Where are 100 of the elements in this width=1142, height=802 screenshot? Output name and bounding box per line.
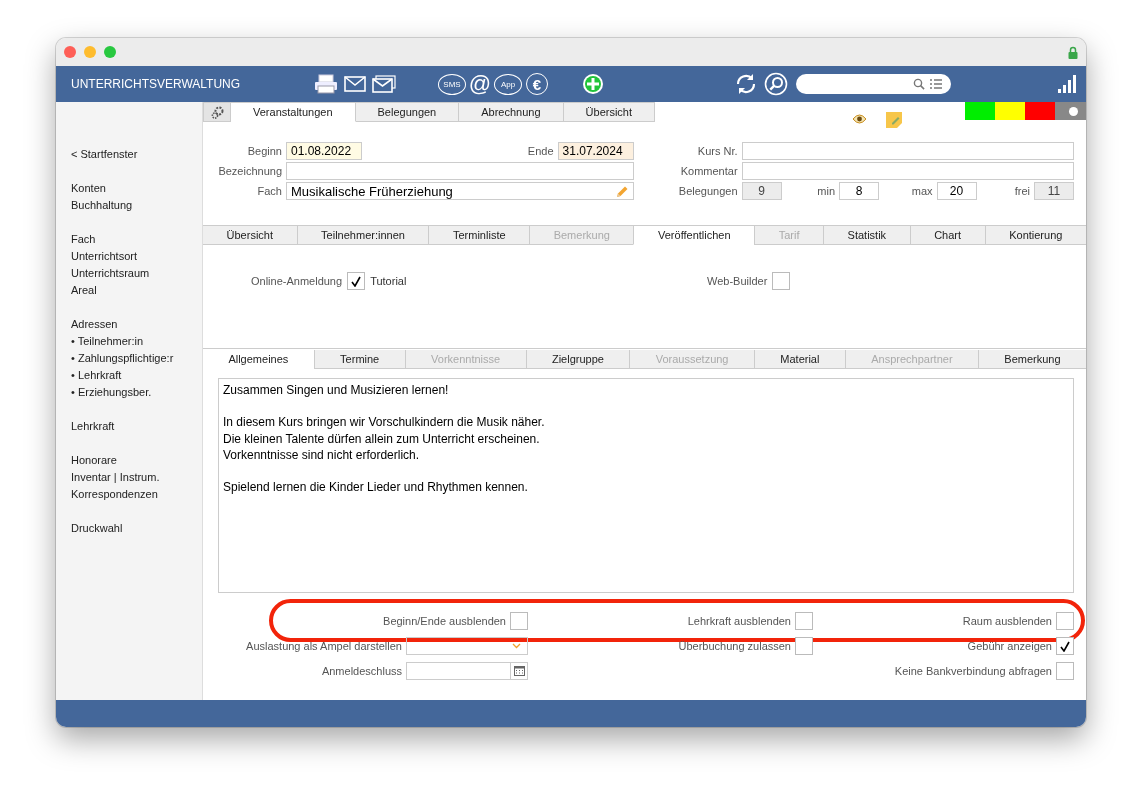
tab[interactable]: Übersicht [563, 102, 656, 122]
text-line: In diesem Kurs bringen wir Vorschulkindern die Musik näher. [223, 414, 546, 431]
tab[interactable]: Abrechnung [459, 102, 564, 122]
sidebar-link[interactable]: Korrespondenzen [71, 486, 202, 503]
checkbox[interactable] [1056, 637, 1074, 655]
printer-icon[interactable] [314, 74, 338, 94]
tab[interactable]: Veranstaltungen [231, 102, 356, 122]
pencil-icon[interactable] [615, 184, 629, 198]
option-label: Web-Builder [707, 275, 768, 287]
checkbox[interactable] [1056, 612, 1074, 630]
option-label: Lehrkraft ausblenden [687, 615, 791, 627]
lock-icon [1068, 45, 1078, 59]
date-field[interactable] [406, 662, 528, 680]
sidebar-link[interactable]: Honorare [71, 452, 202, 469]
count-field: 9 [741, 182, 782, 200]
calendar-button[interactable] [510, 663, 527, 679]
settings-icon [210, 105, 224, 119]
tab[interactable]: Material [753, 350, 845, 369]
start-date-field[interactable]: 01.08.2022 [286, 142, 362, 160]
option-label: Beginn/Ende ausblenden [383, 615, 506, 627]
calendar-icon [513, 666, 525, 676]
note-icon[interactable] [885, 111, 903, 129]
tab[interactable]: Statistik [823, 226, 910, 245]
settings-button[interactable] [203, 102, 231, 122]
checkbox[interactable] [772, 272, 791, 290]
sidebar-link[interactable]: Buchhaltung [71, 197, 202, 214]
zoom-button[interactable] [104, 46, 116, 58]
sidebar-link[interactable]: • Lehrkraft [71, 367, 202, 384]
text-line: Spielend lernen die Kinder Lieder und Rhythmen kennen. [223, 479, 529, 496]
chevron-down-icon [512, 643, 521, 649]
sidebar-link[interactable]: • Teilnehmer:in [71, 333, 202, 350]
check-icon [1060, 640, 1070, 652]
option-label: Online-Anmeldung [251, 275, 343, 287]
field-label: Belegungen [677, 185, 738, 197]
sidebar-link[interactable]: Areal [71, 282, 202, 299]
toggle-switch[interactable] [1055, 102, 1086, 120]
tab[interactable]: Terminliste [428, 226, 530, 245]
checkbox[interactable] [347, 272, 366, 290]
field-label: max [910, 185, 933, 197]
refresh-icon[interactable] [734, 72, 758, 96]
status-color-button[interactable] [995, 102, 1025, 120]
minimize-button[interactable] [84, 46, 96, 58]
option-label: Auslastung als Ampel darstellen [246, 640, 402, 652]
tab[interactable]: Chart [909, 226, 985, 245]
sidebar-link[interactable]: Fach [71, 231, 202, 248]
email-button[interactable]: @ [470, 74, 490, 94]
input-field[interactable] [741, 142, 1074, 160]
tab[interactable]: Termine [313, 350, 405, 369]
field-label: Beginn [246, 145, 282, 157]
sidebar-link[interactable]: < Startfenster [71, 146, 202, 163]
field-label: Bezeichnung [217, 165, 282, 177]
description-text-area[interactable] [218, 378, 1074, 593]
option-label: Keine Bankverbindung abfragen [894, 665, 1052, 677]
search-icon[interactable] [764, 72, 788, 96]
tab[interactable]: Bemerkung [977, 350, 1086, 369]
status-color-button[interactable] [965, 102, 995, 120]
field-label: Fach [256, 185, 282, 197]
sidebar-link[interactable]: Konten [71, 180, 202, 197]
checkbox[interactable] [510, 612, 528, 630]
tab[interactable]: Zielgruppe [525, 350, 630, 369]
field-label: Kommentar [679, 165, 738, 177]
mail-stack-icon[interactable] [372, 75, 396, 93]
input-field[interactable]: 8 [839, 182, 880, 200]
end-date-field[interactable]: 31.07.2024 [557, 142, 634, 160]
sidebar-link[interactable]: Inventar | Instrum. [71, 469, 202, 486]
sidebar-link[interactable]: Adressen [71, 316, 202, 333]
tab[interactable]: Kontierung [984, 226, 1086, 245]
tab[interactable]: Übersicht [203, 226, 297, 245]
subject-field[interactable]: Musikalische Früherziehung [286, 182, 634, 200]
status-color-button[interactable] [1025, 102, 1055, 120]
input-field[interactable]: 20 [936, 182, 977, 200]
text-line: Die kleinen Talente dürfen allein zum Unterricht erscheinen. [223, 430, 541, 447]
tab[interactable]: Teilnehmer:innen [296, 226, 429, 245]
sidebar-link[interactable]: • Erziehungsber. [71, 384, 202, 401]
sidebar-link[interactable]: Lehrkraft [71, 418, 202, 435]
sidebar-link[interactable]: • Zahlungspflichtige:r [71, 350, 202, 367]
dropdown[interactable] [406, 637, 528, 655]
input-field[interactable] [286, 162, 634, 180]
sidebar-link[interactable]: Unterrichtsraum [71, 265, 202, 282]
app-title: UNTERRICHTSVERWALTUNG [71, 77, 242, 91]
search-field[interactable] [796, 74, 951, 94]
tutorial-link[interactable]: Tutorial [370, 275, 407, 287]
close-button[interactable] [64, 46, 76, 58]
text-line: Vorkenntnisse sind nicht erforderlich. [223, 446, 421, 463]
mail-icon[interactable] [344, 76, 366, 92]
option-label: Raum ausblenden [962, 615, 1052, 627]
checkbox[interactable] [795, 637, 813, 655]
input-field[interactable] [741, 162, 1074, 180]
eye-icon[interactable] [852, 114, 867, 124]
field-label: min [816, 185, 836, 197]
tab[interactable]: Belegungen [355, 102, 460, 122]
check-icon [351, 275, 362, 287]
field-label: Ende [526, 145, 554, 157]
add-icon[interactable] [582, 73, 604, 95]
sidebar-link[interactable]: Unterrichtsort [71, 248, 202, 265]
option-label: Anmeldeschluss [321, 665, 402, 677]
sidebar-link[interactable]: Druckwahl [71, 520, 202, 537]
checkbox[interactable] [795, 612, 813, 630]
list-icon[interactable] [930, 79, 942, 89]
checkbox[interactable] [1056, 662, 1074, 680]
